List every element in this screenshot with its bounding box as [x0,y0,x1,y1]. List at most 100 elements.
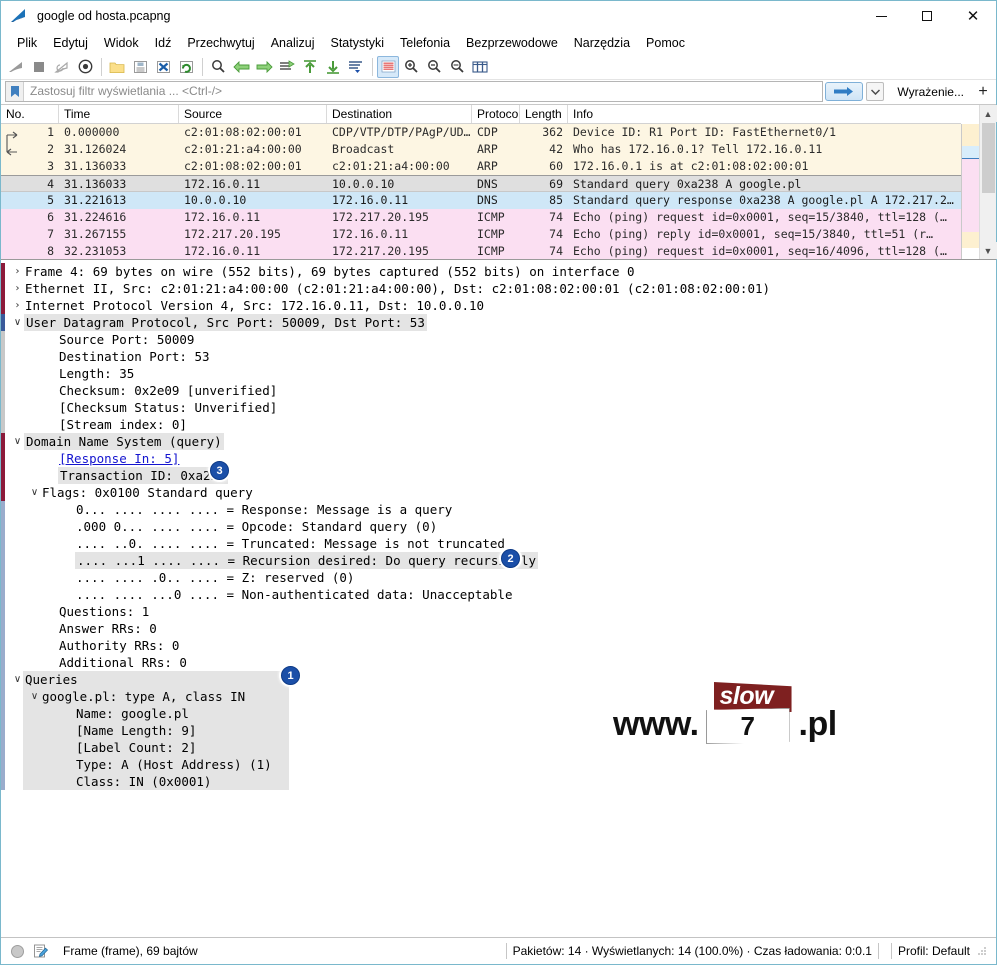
bookmark-icon[interactable] [6,82,24,101]
reload-file-icon[interactable] [175,56,197,78]
menu-edytuj[interactable]: Edytuj [45,34,96,52]
detail-tree-row[interactable]: [Checksum Status: Unverified] [1,399,996,416]
chevron-down-icon[interactable]: ∨ [11,671,24,688]
table-row[interactable]: 8 32.231053 172.16.0.11 172.217.20.195 ICMP 7… [1,243,961,259]
menu-bezprzewodowe[interactable]: Bezprzewodowe [458,34,566,52]
resize-columns-icon[interactable] [469,56,491,78]
chevron-down-icon[interactable]: ∨ [28,484,41,501]
menu-statystyki[interactable]: Statystyki [323,34,393,52]
detail-tree-row[interactable]: .... .... .0.. .... = Z: reserved (0) [1,569,996,586]
minimize-button[interactable] [858,1,904,32]
intelligent-scrollbar-minimap[interactable] [961,124,979,259]
detail-tree-row[interactable]: Questions: 1 [1,603,996,620]
table-row[interactable]: 1 0.000000 c2:01:08:02:00:01 CDP/VTP/DTP/PA… [1,124,961,141]
go-first-packet-icon[interactable] [299,56,321,78]
column-header-destination[interactable]: Destination [327,105,472,123]
go-back-icon[interactable] [230,56,252,78]
column-header-protocol[interactable]: Protocol [472,105,520,123]
chevron-down-icon[interactable]: ∨ [11,433,24,450]
capture-options-icon[interactable] [74,56,96,78]
chevron-down-icon[interactable]: ∨ [28,688,41,705]
detail-tree-row[interactable]: .... ..0. .... .... = Truncated: Message… [1,535,996,552]
detail-tree-row[interactable]: Type: A (Host Address) (1) [1,756,996,773]
scroll-up-arrow-icon[interactable]: ▲ [979,105,997,122]
detail-tree-row[interactable]: [Label Count: 2] [1,739,996,756]
detail-tree-row[interactable]: Length: 35 [1,365,996,382]
menu-analizuj[interactable]: Analizuj [263,34,323,52]
search-input[interactable]: Zastosuj filtr wyświetlania ... <Ctrl-/> [24,82,822,101]
detail-tree-label[interactable]: [Response In: 5] [58,450,179,467]
detail-tree-row[interactable]: ∨ Queries [1,671,996,688]
detail-tree-row[interactable]: Additional RRs: 0 [1,654,996,671]
detail-tree-row[interactable]: Answer RRs: 0 [1,620,996,637]
colorize-packets-icon[interactable] [377,55,399,78]
go-forward-icon[interactable] [253,56,275,78]
detail-tree-row[interactable]: Authority RRs: 0 [1,637,996,654]
table-row[interactable]: 4 31.136033 172.16.0.11 10.0.0.10 DNS 69 Stand… [1,175,961,192]
table-row[interactable]: 5 31.221613 10.0.0.10 172.16.0.11 DNS 85 Stand… [1,192,961,209]
detail-tree-row[interactable]: ∨ google.pl: type A, class IN [1,688,996,705]
detail-tree-row[interactable]: Name: google.pl [1,705,996,722]
chevron-down-icon[interactable]: ∨ [11,314,24,331]
auto-scroll-icon[interactable] [345,56,367,78]
detail-tree-row[interactable]: Destination Port: 53 [1,348,996,365]
go-last-packet-icon[interactable] [322,56,344,78]
detail-tree-row[interactable]: Checksum: 0x2e09 [unverified] [1,382,996,399]
detail-tree-row[interactable]: .... ...1 .... .... = Recursion desired:… [1,552,996,569]
restart-capture-icon[interactable] [51,56,73,78]
detail-tree-row[interactable]: › Frame 4: 69 bytes on wire (552 bits), 6… [1,263,996,280]
scrollbar-thumb[interactable] [981,123,995,193]
column-header-info[interactable]: Info [568,105,961,123]
menu-idz[interactable]: Idź [147,34,180,52]
detail-tree-row[interactable]: .000 0... .... .... = Opcode: Standard q… [1,518,996,535]
detail-tree-row[interactable]: › Ethernet II, Src: c2:01:21:a4:00:00 (c2… [1,280,996,297]
expert-info-icon[interactable] [11,944,24,958]
capture-file-properties-icon[interactable] [33,943,49,959]
table-row[interactable]: 3 31.136033 c2:01:08:02:00:01 c2:01:21:a4:0… [1,158,961,175]
menu-plik[interactable]: Plik [9,34,45,52]
go-to-packet-icon[interactable] [276,56,298,78]
detail-tree-row[interactable]: [Stream index: 0] [1,416,996,433]
scroll-down-arrow-icon[interactable]: ▼ [979,242,997,259]
menu-przechwytuj[interactable]: Przechwytuj [179,34,262,52]
maximize-button[interactable] [904,1,950,32]
detail-tree-row[interactable]: ∨ User Datagram Protocol, Src Port: 50009… [1,314,996,331]
close-file-icon[interactable] [152,56,174,78]
open-file-icon[interactable] [106,56,128,78]
table-row[interactable]: 6 31.224616 172.16.0.11 172.217.20.195 ICMP 7… [1,209,961,226]
filter-input-container[interactable]: Zastosuj filtr wyświetlania ... <Ctrl-/> [5,81,824,102]
packet-list-scrollbar[interactable]: ▲ ▼ [979,105,997,259]
resize-grip-icon[interactable] [976,945,988,957]
zoom-reset-icon[interactable] [446,56,468,78]
column-header-source[interactable]: Source [179,105,327,123]
add-filter-button[interactable]: + [972,81,994,102]
detail-tree-row[interactable]: [Response In: 5] [1,450,996,467]
column-header-length[interactable]: Length [520,105,568,123]
packet-list[interactable]: No. Time Source Destination Protocol Len… [1,105,961,259]
packet-detail-tree[interactable]: › Frame 4: 69 bytes on wire (552 bits), 6… [1,260,996,937]
find-packet-icon[interactable] [207,56,229,78]
chevron-right-icon[interactable]: › [11,263,24,280]
stop-capture-icon[interactable] [28,56,50,78]
table-row[interactable]: 7 31.267155 172.217.20.195 172.16.0.11 ICMP 7… [1,226,961,243]
chevron-right-icon[interactable]: › [11,280,24,297]
detail-tree-row[interactable]: .... .... ...0 .... = Non-authenticated … [1,586,996,603]
menu-telefonia[interactable]: Telefonia [392,34,458,52]
start-capture-icon[interactable] [5,56,27,78]
detail-tree-row[interactable]: Source Port: 50009 [1,331,996,348]
detail-tree-row[interactable]: Transaction ID: 0xa238 [1,467,996,484]
table-row[interactable]: 2 31.126024 c2:01:21:a4:00:00 Broadcast ARP 4… [1,141,961,158]
apply-filter-button[interactable] [825,82,864,101]
column-header-no[interactable]: No. [1,105,59,123]
close-button[interactable]: ✕ [950,1,996,32]
detail-tree-row[interactable]: ∨ Flags: 0x0100 Standard query [1,484,996,501]
column-header-time[interactable]: Time [59,105,179,123]
filter-history-dropdown[interactable] [866,82,885,101]
zoom-in-icon[interactable] [400,56,422,78]
chevron-right-icon[interactable]: › [11,297,24,314]
menu-pomoc[interactable]: Pomoc [638,34,693,52]
menu-widok[interactable]: Widok [96,34,147,52]
profile-label[interactable]: Profil: Default [898,944,970,958]
detail-tree-row[interactable]: ∨ Domain Name System (query) [1,433,996,450]
detail-tree-row[interactable]: 0... .... .... .... = Response: Message … [1,501,996,518]
